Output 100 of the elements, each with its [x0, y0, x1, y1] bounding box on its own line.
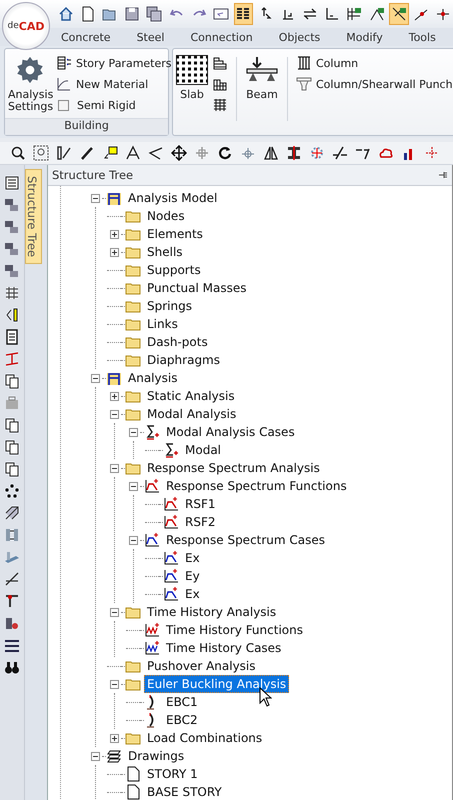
tree-item[interactable]: Analysis Model — [125, 189, 220, 207]
expander[interactable] — [128, 536, 138, 544]
sigma-icon — [144, 424, 160, 440]
expander[interactable] — [110, 680, 118, 688]
tree-item[interactable]: Nodes — [144, 207, 188, 225]
wave-chart-icon — [144, 640, 160, 656]
spectrum-curve-icon — [163, 496, 179, 512]
tree-item[interactable]: Load Combinations — [144, 729, 266, 747]
frame-icon — [106, 190, 122, 206]
story-parameters-button[interactable]: Story Parameters — [56, 55, 172, 71]
spectrum-curve-icon — [163, 586, 179, 602]
toolbox-icon — [4, 395, 20, 411]
expander[interactable] — [110, 608, 118, 616]
tree-item[interactable]: Pushover Analysis — [144, 657, 259, 675]
tree-item[interactable]: Ex — [182, 585, 203, 603]
expander[interactable] — [110, 248, 118, 256]
ribbon-tab[interactable]: Objects — [278, 30, 322, 44]
stairs-icon — [212, 55, 228, 71]
list-icon — [4, 175, 20, 191]
tree-item[interactable]: STORY 1 — [144, 765, 201, 783]
tree-item[interactable]: Response Spectrum Analysis — [144, 459, 323, 477]
layers-icon — [235, 6, 252, 22]
tree-item[interactable]: BASE STORY — [144, 783, 225, 800]
tree-item[interactable]: Links — [144, 315, 181, 333]
expander[interactable] — [128, 428, 138, 436]
ribbon-tab[interactable]: Concrete — [60, 30, 112, 44]
tree-item[interactable]: Euler Buckling Analysis — [144, 675, 290, 693]
grid-icon — [212, 97, 228, 113]
cross-icon — [424, 145, 440, 161]
new-material-button[interactable]: New Material — [56, 76, 172, 92]
toolbar-button[interactable] — [389, 3, 408, 25]
copy-icon — [4, 461, 20, 477]
ribbon-tab[interactable]: Connection — [189, 30, 254, 44]
tree-item[interactable]: Modal Analysis — [144, 405, 240, 423]
offset-icon — [302, 6, 318, 22]
ruler-pen-icon — [56, 145, 72, 161]
tree-item[interactable]: Shells — [144, 243, 186, 261]
sheets-icon — [106, 748, 122, 764]
expander[interactable] — [90, 374, 100, 382]
expander[interactable] — [90, 194, 100, 202]
ribbon-tab[interactable]: Tools — [408, 30, 437, 44]
ribbon-tab[interactable]: Steel — [136, 30, 166, 44]
expander[interactable] — [110, 410, 118, 418]
tree-item[interactable]: Drawings — [125, 747, 188, 765]
semi-rigid-checkbox[interactable]: Semi Rigid — [56, 97, 172, 113]
tree-item[interactable]: Dash-pots — [144, 333, 211, 351]
tree-item[interactable]: Time History Cases — [163, 639, 284, 657]
copy-move-icon — [194, 145, 210, 161]
tree-item[interactable]: Diaphragms — [144, 351, 223, 369]
tree-item[interactable]: Static Analysis — [144, 387, 238, 405]
expander[interactable] — [90, 752, 100, 760]
side-tab[interactable]: Structure Tree — [25, 169, 42, 264]
tree-item[interactable]: Elements — [144, 225, 206, 243]
beam-button[interactable]: Beam — [245, 55, 279, 135]
slab-button[interactable]: Slab — [176, 55, 208, 135]
expander[interactable] — [110, 734, 118, 742]
group-label: Building — [5, 118, 168, 135]
tree-item[interactable]: Ey — [182, 567, 203, 585]
column-button[interactable]: Column — [296, 55, 453, 71]
analysis-settings-button[interactable]: Analysis Settings — [8, 55, 52, 118]
tree-item[interactable]: Modal — [182, 441, 224, 459]
trim-icon — [332, 145, 348, 161]
grid-lock-icon — [346, 6, 362, 22]
copy-icon — [4, 373, 20, 389]
copy-icon — [4, 439, 20, 455]
tree-item[interactable]: Response Spectrum Cases — [163, 531, 328, 549]
tree-item[interactable]: Ex — [182, 549, 203, 567]
tree-item[interactable]: EBC1 — [163, 693, 201, 711]
tree-item[interactable]: Response Spectrum Functions — [163, 477, 350, 495]
tree-item[interactable]: Modal Analysis Cases — [163, 423, 298, 441]
tree-item[interactable]: Punctual Masses — [144, 279, 250, 297]
save-icon — [124, 6, 140, 22]
expander[interactable] — [128, 482, 138, 490]
ribbon-tab[interactable]: Modify — [345, 30, 384, 44]
dimension-icon — [125, 145, 141, 161]
grid-icon — [4, 285, 20, 301]
layers-icon — [4, 241, 20, 257]
tree-item[interactable]: Supports — [144, 261, 204, 279]
tree-item[interactable]: Time History Functions — [163, 621, 306, 639]
wave-chart-icon — [144, 622, 160, 638]
expander[interactable] — [110, 392, 118, 400]
note-icon — [102, 145, 118, 161]
tree-item[interactable]: Springs — [144, 297, 195, 315]
toolbar-button[interactable] — [234, 3, 253, 25]
tree-item[interactable]: Analysis — [125, 369, 180, 387]
spectrum-curve-icon — [144, 532, 160, 548]
spectrum-curve-icon — [163, 514, 179, 530]
expander[interactable] — [110, 464, 118, 472]
pin-icon[interactable] — [438, 170, 448, 180]
spectrum-curve-icon — [163, 568, 179, 584]
tree-item[interactable]: Time History Analysis — [144, 603, 280, 621]
tree-item[interactable]: RSF1 — [182, 495, 218, 513]
page-icon — [125, 766, 141, 782]
tree-item[interactable]: RSF2 — [182, 513, 218, 531]
new-document-icon — [80, 6, 96, 22]
expander[interactable] — [110, 230, 118, 238]
plane-icon — [4, 505, 20, 521]
checkbox[interactable] — [58, 100, 69, 110]
punching-button[interactable]: Column/Shearwall Punchi — [296, 76, 453, 92]
tree-item[interactable]: EBC2 — [163, 711, 201, 729]
